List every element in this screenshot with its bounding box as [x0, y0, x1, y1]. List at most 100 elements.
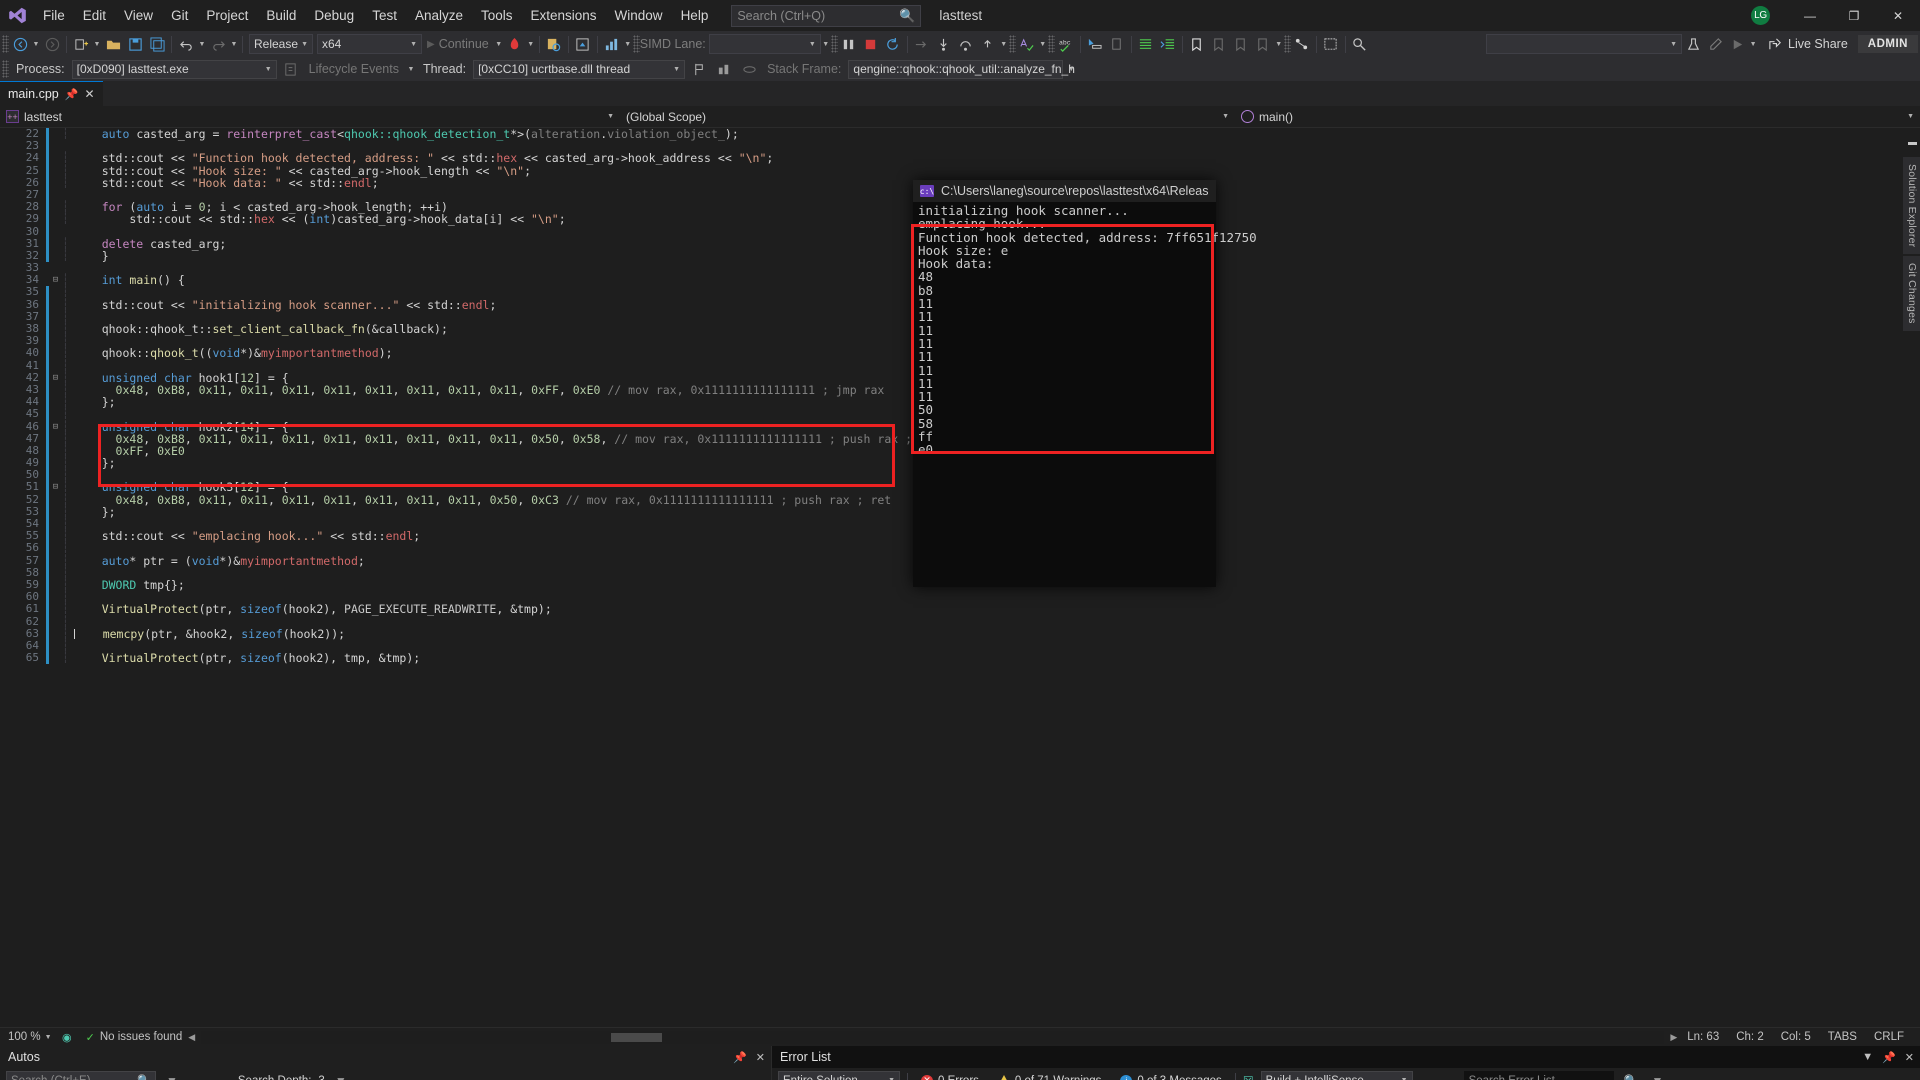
avatar[interactable]: LG — [1751, 6, 1770, 25]
fold-toggle-icon[interactable]: ⊟ — [49, 372, 62, 384]
process-combo[interactable]: [0xD090] lasttest.exe ▼ — [72, 60, 277, 79]
call-hierarchy-icon[interactable] — [1291, 33, 1313, 55]
undo-dropdown-icon[interactable]: ▼ — [197, 41, 207, 48]
zoom-control[interactable]: 100 % ▼ — [0, 1031, 62, 1043]
show-next-statement-icon[interactable] — [911, 33, 933, 55]
autos-search-prev-icon[interactable]: ← — [188, 1074, 206, 1080]
toolbar-end-combo[interactable]: ▼ — [1486, 34, 1682, 54]
new-project-dropdown-icon[interactable]: ▼ — [92, 41, 102, 48]
menu-file[interactable]: File — [34, 0, 74, 31]
tab-main-cpp[interactable]: main.cpp 📌 ✕ — [0, 81, 103, 106]
live-share-button[interactable]: Live Share — [1758, 37, 1858, 52]
toggle-breakpoint-icon[interactable] — [1320, 33, 1342, 55]
toolbar-grip-6[interactable] — [1284, 35, 1291, 53]
menu-tools[interactable]: Tools — [472, 0, 522, 31]
menu-git[interactable]: Git — [162, 0, 197, 31]
fold-toggle-icon[interactable]: ⊟ — [49, 481, 62, 493]
undo-icon[interactable] — [175, 33, 197, 55]
pin-icon[interactable]: 📌 — [733, 1051, 747, 1064]
next-bookmark-icon[interactable] — [1230, 33, 1252, 55]
issues-prev-icon[interactable]: ◀ — [182, 1032, 195, 1043]
spell-check-dropdown-icon[interactable]: ▼ — [1038, 41, 1048, 48]
navigate-backward-icon[interactable] — [9, 33, 31, 55]
tool-tab-solution-explorer[interactable]: Solution Explorer — [1903, 157, 1920, 254]
new-project-icon[interactable] — [70, 33, 92, 55]
member-scope-dropdown[interactable]: main() ▼ — [1235, 106, 1920, 128]
toolbar-grip-4[interactable] — [1009, 35, 1016, 53]
issues-next-icon[interactable]: ▶ — [1670, 1032, 1687, 1043]
close-icon[interactable]: ✕ — [1905, 1051, 1914, 1064]
find-in-files-icon[interactable] — [1349, 33, 1371, 55]
lifecycle-events-icon[interactable] — [280, 58, 302, 80]
pin-icon[interactable]: 📌 — [1882, 1051, 1896, 1064]
warnings-filter-button[interactable]: 0 of 71 Warnings — [992, 1075, 1108, 1080]
console-window[interactable]: c:\ C:\Users\laneg\source\repos\lasttest… — [913, 180, 1216, 587]
menu-debug[interactable]: Debug — [305, 0, 363, 31]
parallel-stacks-icon[interactable] — [738, 58, 760, 80]
error-search-dropdown-icon[interactable]: ▼ — [1649, 1074, 1667, 1080]
step-dropdown-icon[interactable]: ▼ — [999, 41, 1009, 48]
close-icon[interactable]: ✕ — [756, 1051, 765, 1064]
error-search-icon[interactable]: 🔍 — [1621, 1074, 1642, 1080]
toggle-bookmark-icon[interactable] — [1186, 33, 1208, 55]
close-icon[interactable]: ✕ — [84, 87, 94, 101]
minimize-button[interactable]: — — [1788, 0, 1832, 31]
pin-icon[interactable]: 📌 — [65, 88, 79, 101]
toolbar-grip-1[interactable] — [2, 35, 9, 53]
build-intellisense-dropdown[interactable]: Build + IntelliSense ▼ — [1261, 1071, 1413, 1080]
code-line[interactable]: 22┆ auto casted_arg = reinterpret_cast<q… — [0, 128, 1920, 140]
previous-bookmark-icon[interactable] — [1208, 33, 1230, 55]
flag-thread-icon[interactable] — [688, 58, 710, 80]
fold-toggle-icon[interactable]: ⊟ — [49, 421, 62, 433]
uncomment-selection-icon[interactable] — [1106, 33, 1128, 55]
error-scope-dropdown[interactable]: Entire Solution ▼ — [778, 1071, 900, 1080]
filter-icon[interactable]: ▼ — [1862, 1051, 1873, 1064]
menu-test[interactable]: Test — [363, 0, 406, 31]
type-scope-dropdown[interactable]: (Global Scope) ▼ — [620, 106, 1235, 128]
toolbar-grip-5[interactable] — [1048, 35, 1055, 53]
menu-extensions[interactable]: Extensions — [522, 0, 606, 31]
lifecycle-events-label[interactable]: Lifecycle Events — [305, 62, 403, 76]
step-out-icon[interactable] — [977, 33, 999, 55]
console-title-bar[interactable]: c:\ C:\Users\laneg\source\repos\lasttest… — [913, 180, 1216, 202]
open-file-icon[interactable] — [102, 33, 124, 55]
continue-button[interactable]: ▶ Continue — [422, 33, 494, 55]
run-tests-icon[interactable] — [1726, 33, 1748, 55]
save-icon[interactable] — [124, 33, 146, 55]
break-all-icon[interactable] — [838, 33, 860, 55]
errors-filter-button[interactable]: ✕ 0 Errors — [915, 1075, 985, 1080]
quick-launch-search[interactable]: Search (Ctrl+Q) 🔍 — [731, 5, 921, 27]
fold-toggle-icon[interactable]: ⊟ — [49, 274, 62, 286]
thread-combo[interactable]: [0xCC10] ucrtbase.dll thread ▼ — [473, 60, 685, 79]
show-threads-icon[interactable] — [713, 58, 735, 80]
messages-filter-button[interactable]: i 0 of 3 Messages — [1114, 1075, 1227, 1080]
spell-check-icon[interactable] — [1016, 33, 1038, 55]
toolbar-grip-3[interactable] — [831, 35, 838, 53]
comment-selection-icon[interactable] — [1084, 33, 1106, 55]
code-line[interactable]: 63┆ memcpy(ptr, &hook2, sizeof(hook2)); — [0, 628, 1920, 640]
clear-bookmarks-icon[interactable] — [1252, 33, 1274, 55]
redo-icon[interactable] — [207, 33, 229, 55]
save-all-icon[interactable] — [146, 33, 168, 55]
project-scope-dropdown[interactable]: ++ lasttest ▼ — [0, 106, 620, 128]
h-scroll-thumb[interactable] — [611, 1033, 662, 1042]
bookmarks-dropdown-icon[interactable]: ▼ — [1274, 41, 1284, 48]
solution-platform-combo[interactable]: x64 ▼ — [317, 34, 422, 54]
diagnostics-dropdown-icon[interactable]: ▼ — [623, 41, 633, 48]
test-explorer-icon[interactable] — [1682, 33, 1704, 55]
code-line[interactable]: 65┆ VirtualProtect(ptr, sizeof(hook2), t… — [0, 652, 1920, 664]
diagnostic-tools-icon[interactable] — [601, 33, 623, 55]
autos-search-dropdown-icon[interactable]: ▼ — [163, 1074, 181, 1080]
error-search-input[interactable]: Search Error List — [1464, 1071, 1614, 1080]
lifecycle-dropdown-icon[interactable]: ▼ — [406, 66, 416, 73]
menu-build[interactable]: Build — [257, 0, 305, 31]
stop-debugging-icon[interactable] — [860, 33, 882, 55]
close-button[interactable]: ✕ — [1876, 0, 1920, 31]
menu-window[interactable]: Window — [606, 0, 672, 31]
simd-more-icon[interactable]: ▼ — [821, 41, 831, 48]
search-depth-dropdown-icon[interactable]: ▼ — [332, 1074, 350, 1080]
navigate-backward-dropdown-icon[interactable]: ▼ — [31, 41, 41, 48]
editor-horizontal-scrollbar[interactable] — [201, 1031, 1664, 1044]
abc-check-icon[interactable]: abc — [1055, 33, 1077, 55]
autos-search-input[interactable]: Search (Ctrl+E) 🔍 — [6, 1071, 156, 1080]
